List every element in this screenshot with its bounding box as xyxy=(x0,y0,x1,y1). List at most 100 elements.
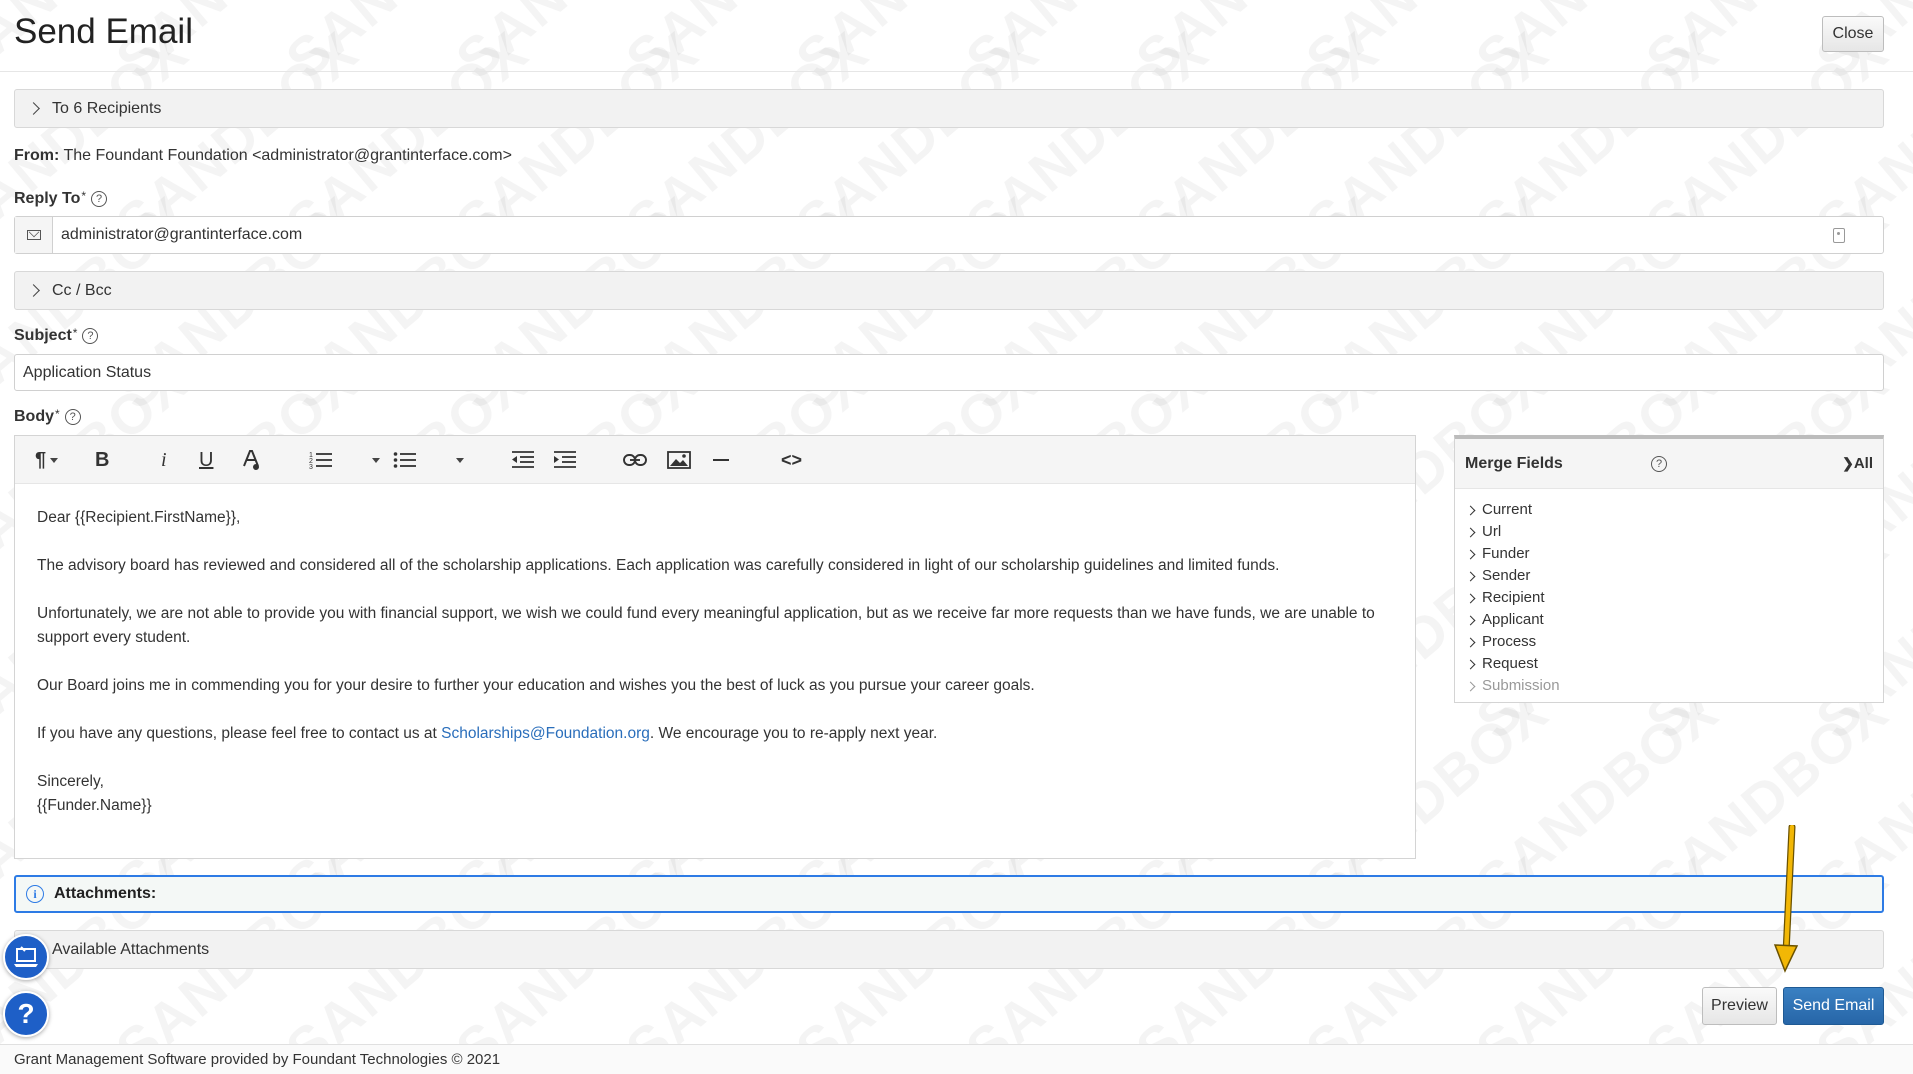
subject-label: Subject xyxy=(14,327,72,344)
watermark-text: SANDBOX xyxy=(1124,0,1391,92)
merge-fields-title: Merge Fields xyxy=(1465,454,1563,472)
body-greeting: Dear {{Recipient.FirstName}}, xyxy=(37,509,241,526)
merge-field-item[interactable]: Applicant xyxy=(1465,609,1871,631)
available-attachments-toggle[interactable]: Available Attachments xyxy=(14,930,1884,969)
paragraph-format-button[interactable]: ¶ xyxy=(35,446,58,474)
chevron-right-icon: ❯ xyxy=(1842,455,1854,471)
required-marker: * xyxy=(55,407,60,421)
header-divider xyxy=(0,71,1913,72)
chevron-right-icon xyxy=(1465,505,1476,515)
watermark-text: SANDBOX xyxy=(954,0,1221,92)
recipients-label: To 6 Recipients xyxy=(52,99,162,117)
body-editor[interactable]: ¶ B i U 1 2 3 <> Dear {{Recipient.FirstN… xyxy=(14,435,1416,859)
close-button[interactable]: Close xyxy=(1822,16,1884,52)
help-icon[interactable]: ? xyxy=(1651,456,1667,472)
annotation-arrow-icon xyxy=(1773,825,1799,973)
reply-to-field xyxy=(14,216,1884,254)
merge-field-label: Submission xyxy=(1482,677,1560,694)
chevron-right-icon xyxy=(27,284,40,297)
merge-field-label: Current xyxy=(1482,501,1533,518)
outdent-button[interactable] xyxy=(511,446,535,474)
cc-bcc-label: Cc / Bcc xyxy=(52,281,112,299)
merge-field-item[interactable]: Submission xyxy=(1465,675,1871,697)
envelope-addon xyxy=(15,217,53,253)
chevron-right-icon xyxy=(1465,659,1476,669)
required-marker: * xyxy=(81,189,87,203)
insert-image-button[interactable] xyxy=(667,446,691,474)
bold-button[interactable]: B xyxy=(95,446,109,474)
preview-button[interactable]: Preview xyxy=(1702,987,1777,1025)
send-email-page: SANDBOXSANDBOXSANDBOXSANDBOXSANDBOXSANDB… xyxy=(0,0,1913,1074)
contact-book-icon[interactable] xyxy=(1833,227,1845,243)
help-icon[interactable]: ? xyxy=(64,409,81,425)
chevron-right-icon xyxy=(1465,571,1476,581)
merge-field-label: Applicant xyxy=(1482,611,1544,628)
chevron-right-icon xyxy=(1465,549,1476,559)
body-paragraph: Unfortunately, we are not able to provid… xyxy=(37,605,1375,646)
laptop-icon xyxy=(14,946,38,967)
body-paragraph: The advisory board has reviewed and cons… xyxy=(37,557,1280,574)
merge-field-item[interactable]: Sender xyxy=(1465,565,1871,587)
expand-all-link[interactable]: ❯All xyxy=(1842,455,1873,472)
merge-field-item[interactable]: Request xyxy=(1465,653,1871,675)
watermark-text: SANDBOX xyxy=(444,0,711,92)
editor-toolbar: ¶ B i U 1 2 3 <> xyxy=(15,436,1415,484)
attachments-label: Attachments: xyxy=(54,885,157,902)
subject-label-row: Subject * ? xyxy=(14,326,99,345)
merge-field-item[interactable]: Recipient xyxy=(1465,587,1871,609)
body-closing: Sincerely, xyxy=(37,773,104,790)
bullet-list-button[interactable] xyxy=(393,446,417,474)
help-button[interactable]: ? xyxy=(3,991,49,1037)
merge-field-item[interactable]: Url xyxy=(1465,521,1871,543)
merge-field-item[interactable]: Process xyxy=(1465,631,1871,653)
merge-field-label: Url xyxy=(1482,523,1502,540)
insert-link-button[interactable] xyxy=(623,446,647,474)
envelope-icon xyxy=(26,230,41,240)
from-label: From: xyxy=(14,147,60,164)
italic-button[interactable]: i xyxy=(161,446,167,474)
text-color-button[interactable] xyxy=(241,446,261,474)
ordered-list-dropdown[interactable] xyxy=(369,446,379,474)
page-title: Send Email xyxy=(14,12,193,51)
subject-input[interactable]: Application Status xyxy=(14,354,1884,391)
merge-field-label: Process xyxy=(1482,633,1537,650)
body-signature: {{Funder.Name}} xyxy=(37,797,152,814)
reply-to-input[interactable] xyxy=(53,226,1833,244)
expand-all-label: All xyxy=(1853,455,1873,472)
send-email-button[interactable]: Send Email xyxy=(1783,987,1884,1025)
indent-button[interactable] xyxy=(553,446,577,474)
email-body-content[interactable]: Dear {{Recipient.FirstName}}, The adviso… xyxy=(15,484,1415,840)
body-paragraph: If you have any questions, please feel f… xyxy=(37,722,1393,746)
info-icon: i xyxy=(26,885,44,903)
cc-bcc-toggle[interactable]: Cc / Bcc xyxy=(14,271,1884,310)
chevron-right-icon xyxy=(1465,615,1476,625)
code-view-button[interactable]: <> xyxy=(781,446,802,474)
bullet-list-icon xyxy=(393,452,416,468)
bullet-list-dropdown[interactable] xyxy=(453,446,463,474)
help-icon[interactable]: ? xyxy=(91,191,108,207)
available-attachments-label: Available Attachments xyxy=(52,940,210,958)
attachments-bar: i Attachments: xyxy=(14,875,1884,913)
outdent-icon xyxy=(512,451,534,468)
merge-field-label: Funder xyxy=(1482,545,1530,562)
reply-to-label-row: Reply To * ? xyxy=(14,189,108,208)
screen-recorder-button[interactable] xyxy=(3,934,49,980)
horizontal-rule-button[interactable] xyxy=(711,446,731,474)
body-text-span: . We encourage you to re-apply next year… xyxy=(649,725,938,742)
recipients-toggle[interactable]: To 6 Recipients xyxy=(14,89,1884,128)
merge-field-item[interactable]: Current xyxy=(1465,499,1871,521)
underline-button[interactable]: U xyxy=(199,446,213,474)
chevron-right-icon xyxy=(1465,681,1476,691)
help-icon[interactable]: ? xyxy=(82,328,99,344)
ordered-list-button[interactable]: 1 2 3 xyxy=(309,446,333,474)
link-icon xyxy=(623,454,647,466)
merge-fields-panel: Merge Fields ? ❯All Current Url Funder S… xyxy=(1454,435,1884,703)
indent-icon xyxy=(554,451,576,468)
merge-field-item[interactable]: Funder xyxy=(1465,543,1871,565)
horizontal-rule-icon xyxy=(713,459,729,461)
body-label: Body xyxy=(14,408,54,425)
text-color-icon xyxy=(243,450,259,470)
body-label-row: Body * ? xyxy=(14,407,81,426)
chevron-right-icon xyxy=(27,102,40,115)
email-link[interactable]: Scholarships@Foundation.org xyxy=(441,725,650,742)
